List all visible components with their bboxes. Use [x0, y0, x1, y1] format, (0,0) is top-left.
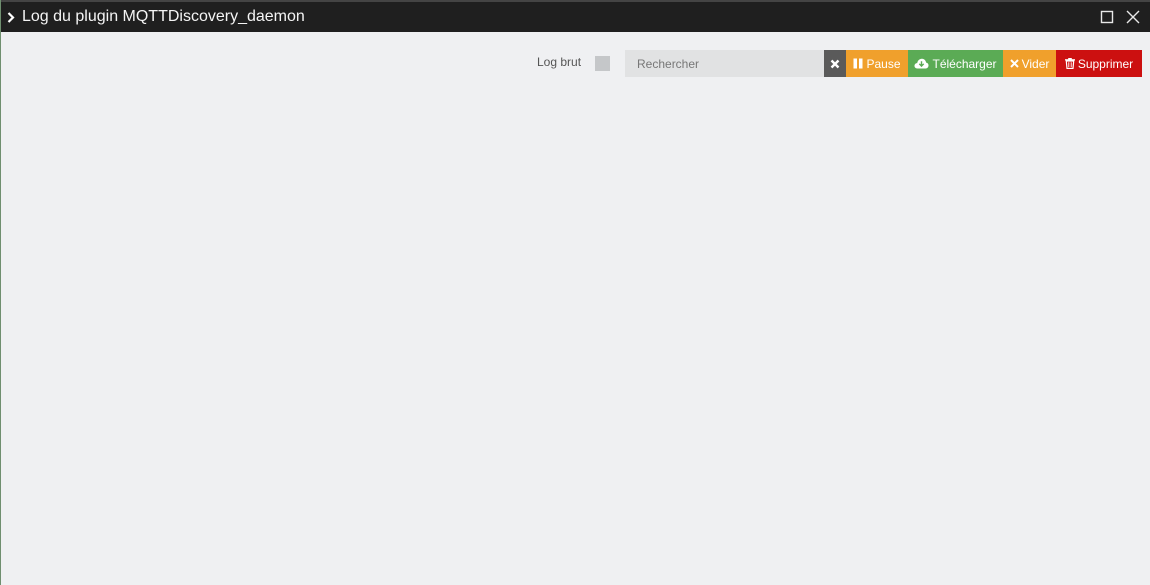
close-icon [1126, 10, 1140, 24]
raw-log-label: Log brut [537, 55, 582, 69]
pause-label: Pause [866, 56, 901, 71]
chevron-right-icon [6, 10, 16, 24]
delete-button[interactable]: Supprimer [1056, 50, 1142, 77]
clear-search-button[interactable] [824, 50, 846, 77]
log-window: Log du plugin MQTTDiscovery_daemon Log b… [0, 0, 1150, 585]
trash-icon [1064, 58, 1075, 69]
cloud-download-icon [914, 58, 929, 69]
log-content-area[interactable] [1, 90, 1150, 585]
close-icon [1009, 59, 1019, 68]
empty-button[interactable]: Vider [1003, 50, 1056, 77]
close-button[interactable] [1125, 9, 1141, 25]
pause-icon [853, 58, 863, 69]
delete-label: Supprimer [1077, 56, 1134, 71]
search-input[interactable] [625, 50, 824, 77]
empty-label: Vider [1021, 56, 1050, 71]
raw-log-checkbox[interactable] [595, 56, 610, 71]
download-button[interactable]: Télécharger [908, 50, 1003, 77]
download-label: Télécharger [932, 56, 997, 71]
log-toolbar: Log brut Pause Télécharger Vider [1, 49, 1150, 77]
pause-button[interactable]: Pause [846, 50, 908, 77]
window-title: Log du plugin MQTTDiscovery_daemon [22, 8, 305, 25]
close-icon [830, 59, 840, 68]
maximize-icon [1100, 10, 1114, 24]
window-titlebar[interactable]: Log du plugin MQTTDiscovery_daemon [1, 0, 1150, 32]
maximize-button[interactable] [1099, 9, 1115, 25]
